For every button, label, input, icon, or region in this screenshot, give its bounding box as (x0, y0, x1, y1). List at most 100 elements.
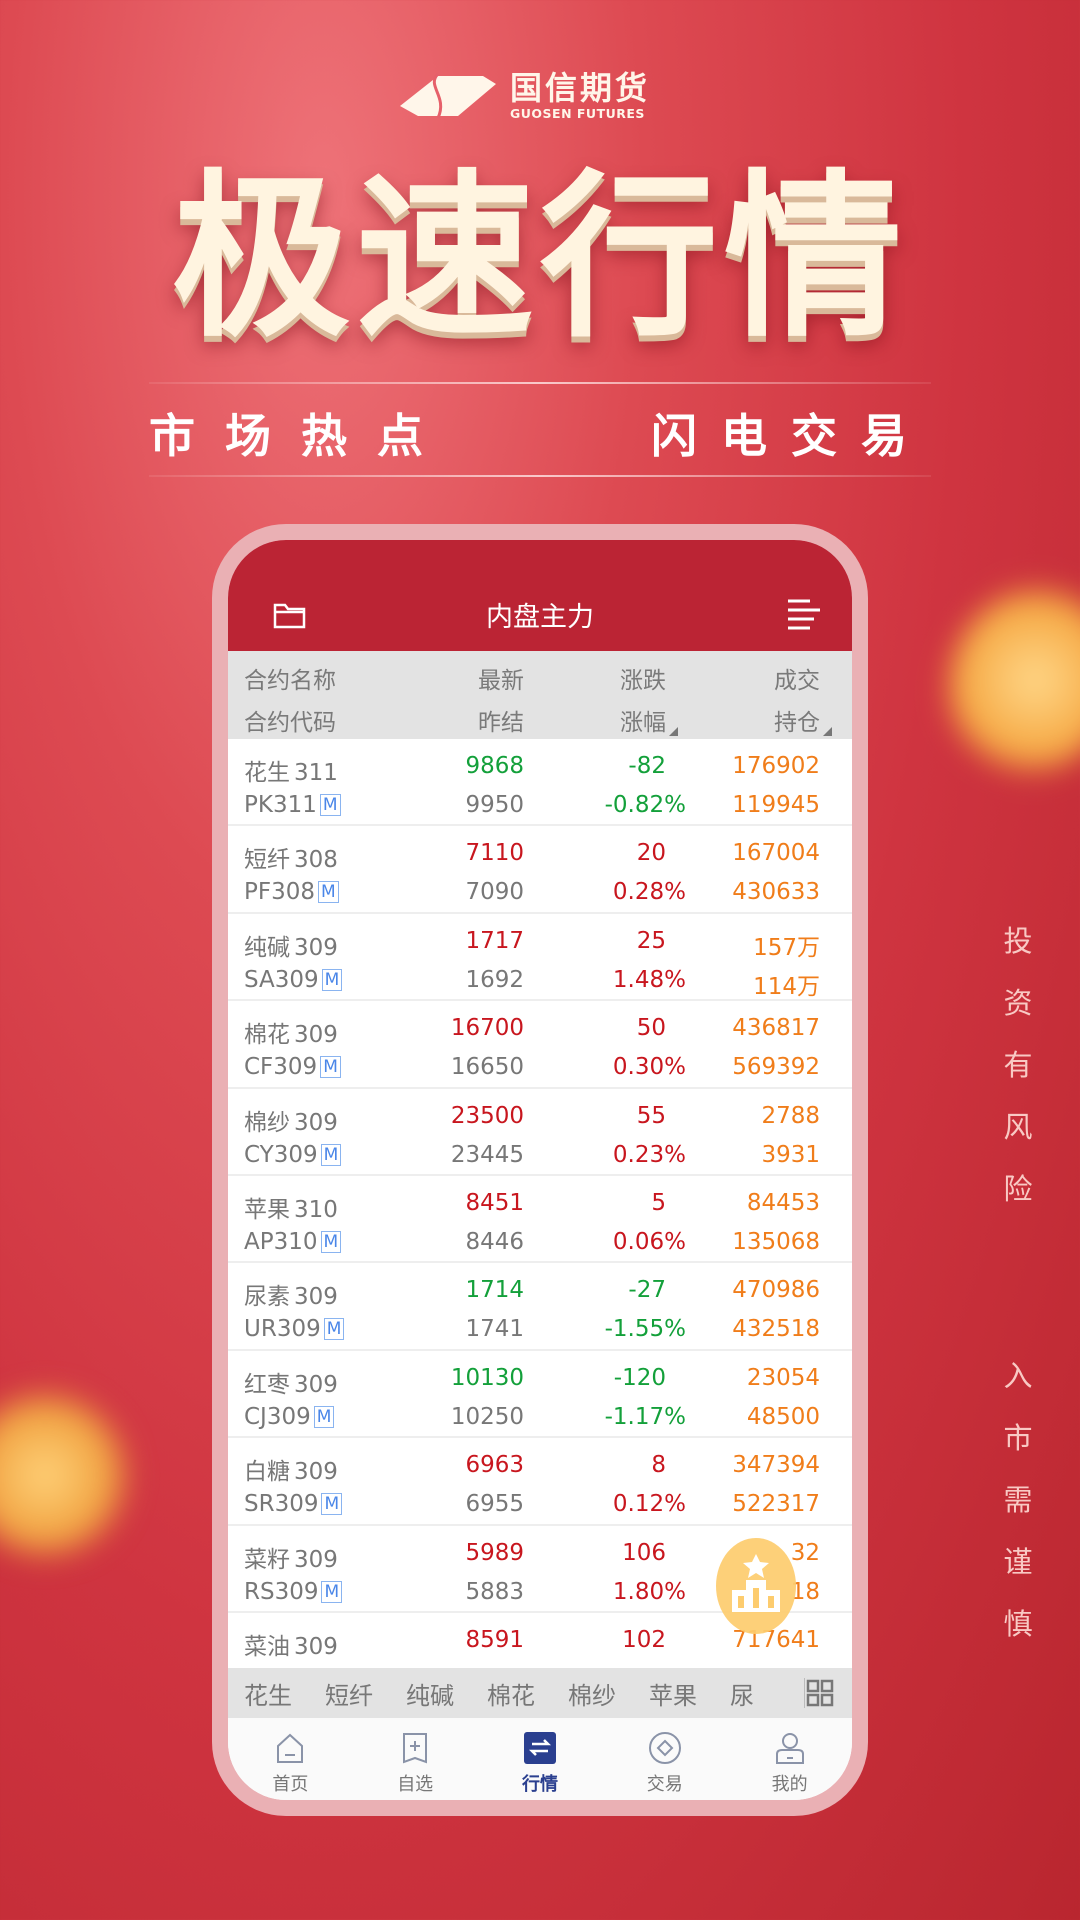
volume: 436817 (732, 1015, 820, 1042)
contract-code-text: AP310 (244, 1228, 318, 1255)
contract-name: 菜油 309 (244, 1627, 338, 1661)
open-interest: 430633 (732, 879, 820, 906)
column-header: 合约名称 合约代码 最新 昨结 涨跌 涨幅 成交 持仓 (228, 651, 852, 739)
menu-icon[interactable] (786, 598, 820, 630)
nav-label: 交易 (646, 1774, 683, 1795)
table-row[interactable]: 花生 311 PK311 M 9868 9950 -82 -0.82% 176902 119945 (228, 739, 852, 827)
contract-code: CJ309 M (244, 1404, 335, 1430)
table-row[interactable]: 短纤 308 PF308 M 7110 7090 20 0.28% 167004 430633 (228, 826, 852, 914)
contract-name-text: 棉纱 (244, 1109, 290, 1136)
change: -82 (628, 753, 666, 779)
contract-name: 纯碱 309 (244, 928, 338, 962)
contract-code-text: CY309 (244, 1141, 318, 1168)
category-tab[interactable]: 棉花 (487, 1676, 535, 1711)
volume: 157万 (753, 934, 820, 961)
table-row[interactable]: 纯碱 309 SA309 M 1717 1692 25 1.48% 157万 114万 (228, 914, 852, 1002)
contract-code: PK311 M (244, 792, 341, 818)
last-price: 8451 (465, 1189, 524, 1216)
subtitle-left: 市场热点 (149, 409, 453, 463)
contract-month: 309 (294, 1633, 338, 1660)
divider (149, 382, 931, 384)
contract-code: CF309 M (244, 1054, 341, 1080)
contract-month: 308 (294, 847, 338, 874)
open-interest: 522317 (732, 1491, 820, 1518)
last-price: 9868 (465, 753, 524, 779)
contract-month: 309 (294, 1109, 338, 1136)
category-tab[interactable]: 苹果 (649, 1676, 697, 1711)
main-contract-badge: M (323, 1318, 345, 1341)
category-tab[interactable]: 花生 (244, 1676, 292, 1711)
category-tab[interactable]: 短纤 (325, 1676, 373, 1711)
contract-code-text: CF309 (244, 1054, 318, 1081)
col-prev-settle[interactable]: 昨结 (478, 703, 524, 737)
brand-name-cn: 国信期货 (510, 68, 651, 107)
nav-label: 行情 (521, 1774, 558, 1795)
category-tab[interactable]: 纯碱 (406, 1676, 454, 1711)
open-interest: 135068 (732, 1228, 820, 1255)
col-change[interactable]: 涨跌 (620, 661, 666, 695)
brand-name-en: GUOSEN FUTURES (510, 105, 645, 121)
home-icon (277, 1733, 304, 1763)
nav-item-2[interactable]: 行情 (478, 1718, 603, 1800)
app-header: 内盘主力 (228, 540, 852, 651)
profile-icon (775, 1733, 804, 1764)
col-change-pct[interactable]: 涨幅 (620, 703, 666, 737)
page-title: 内盘主力 (486, 602, 594, 633)
nav-item-4[interactable]: 我的 (727, 1718, 852, 1800)
table-row[interactable]: 棉花 309 CF309 M 16700 16650 50 0.30% 436817 569392 (228, 1001, 852, 1089)
nav-item-0[interactable]: 首页 (228, 1718, 353, 1800)
contract-month: 310 (294, 1196, 338, 1223)
volume: 176902 (732, 753, 820, 779)
category-tab[interactable]: 棉纱 (568, 1676, 616, 1711)
change-pct: 0.23% (612, 1141, 686, 1168)
volume: 2788 (761, 1102, 820, 1129)
nav-item-3[interactable]: 交易 (602, 1718, 727, 1800)
contract-name-text: 棉花 (244, 1022, 290, 1049)
table-row[interactable]: 红枣 309 CJ309 M 10130 10250 -120 -1.17% 23054 4850… (228, 1351, 852, 1439)
open-interest: 114万 (753, 973, 820, 1000)
contract-name: 白糖 309 (244, 1452, 338, 1486)
contract-name: 短纤 308 (244, 840, 338, 874)
last-price: 23500 (450, 1102, 524, 1129)
table-row[interactable]: 苹果 310 AP310 M 8451 8446 5 0.06% 84453 135068 (228, 1176, 852, 1264)
change: -27 (628, 1277, 666, 1304)
col-open-interest[interactable]: 持仓 (774, 703, 820, 737)
contract-month: 309 (294, 934, 338, 961)
col-code[interactable]: 合约代码 (244, 703, 336, 737)
category-tabs: 花生 短纤 纯碱 棉花 棉纱 苹果尿 (228, 1668, 852, 1718)
contract-month: 309 (294, 1546, 338, 1573)
decor-coin (915, 553, 1080, 807)
contract-code-text: SR309 (244, 1491, 319, 1518)
nav-item-1[interactable]: 自选 (353, 1718, 478, 1800)
table-row[interactable]: 尿素 309 UR309 M 1714 1741 -27 -1.55% 470986 432518 (228, 1263, 852, 1351)
contract-name: 红枣 309 (244, 1365, 338, 1399)
category-tab[interactable]: 尿 (730, 1676, 754, 1711)
change-pct: 0.12% (612, 1491, 686, 1518)
change: 102 (622, 1626, 666, 1653)
volume: 84453 (746, 1189, 820, 1216)
change-pct: -0.82% (604, 792, 686, 818)
contract-name-text: 白糖 (244, 1459, 290, 1486)
change: 5 (651, 1189, 666, 1216)
main-contract-badge: M (320, 1143, 342, 1166)
contract-code-text: PK311 (244, 792, 317, 818)
contract-code: RS309 M (244, 1579, 343, 1605)
ranking-float-button[interactable] (716, 1538, 796, 1634)
contract-name-text: 花生 (244, 760, 290, 786)
change-pct: -1.17% (604, 1403, 686, 1430)
table-row[interactable]: 白糖 309 SR309 M 6963 6955 8 0.12% 347394 522317 (228, 1438, 852, 1526)
grid-icon[interactable] (804, 1678, 834, 1708)
table-row[interactable]: 棉纱 309 CY309 M 23500 23445 55 0.23% 2788 3931 (228, 1089, 852, 1176)
contract-code-text: UR309 (244, 1316, 321, 1343)
col-last[interactable]: 最新 (478, 661, 524, 695)
contract-code: AP310 M (244, 1228, 342, 1255)
main-contract-badge: M (318, 881, 339, 904)
change-pct: 0.28% (612, 879, 686, 906)
nav-label: 自选 (397, 1774, 434, 1795)
prev-settle: 16650 (450, 1054, 524, 1081)
col-volume[interactable]: 成交 (774, 661, 820, 695)
prev-settle: 7090 (465, 879, 524, 906)
col-name[interactable]: 合约名称 (244, 661, 336, 695)
subtitle-right: 闪电交易 (651, 409, 931, 463)
main-contract-badge: M (321, 1580, 343, 1603)
